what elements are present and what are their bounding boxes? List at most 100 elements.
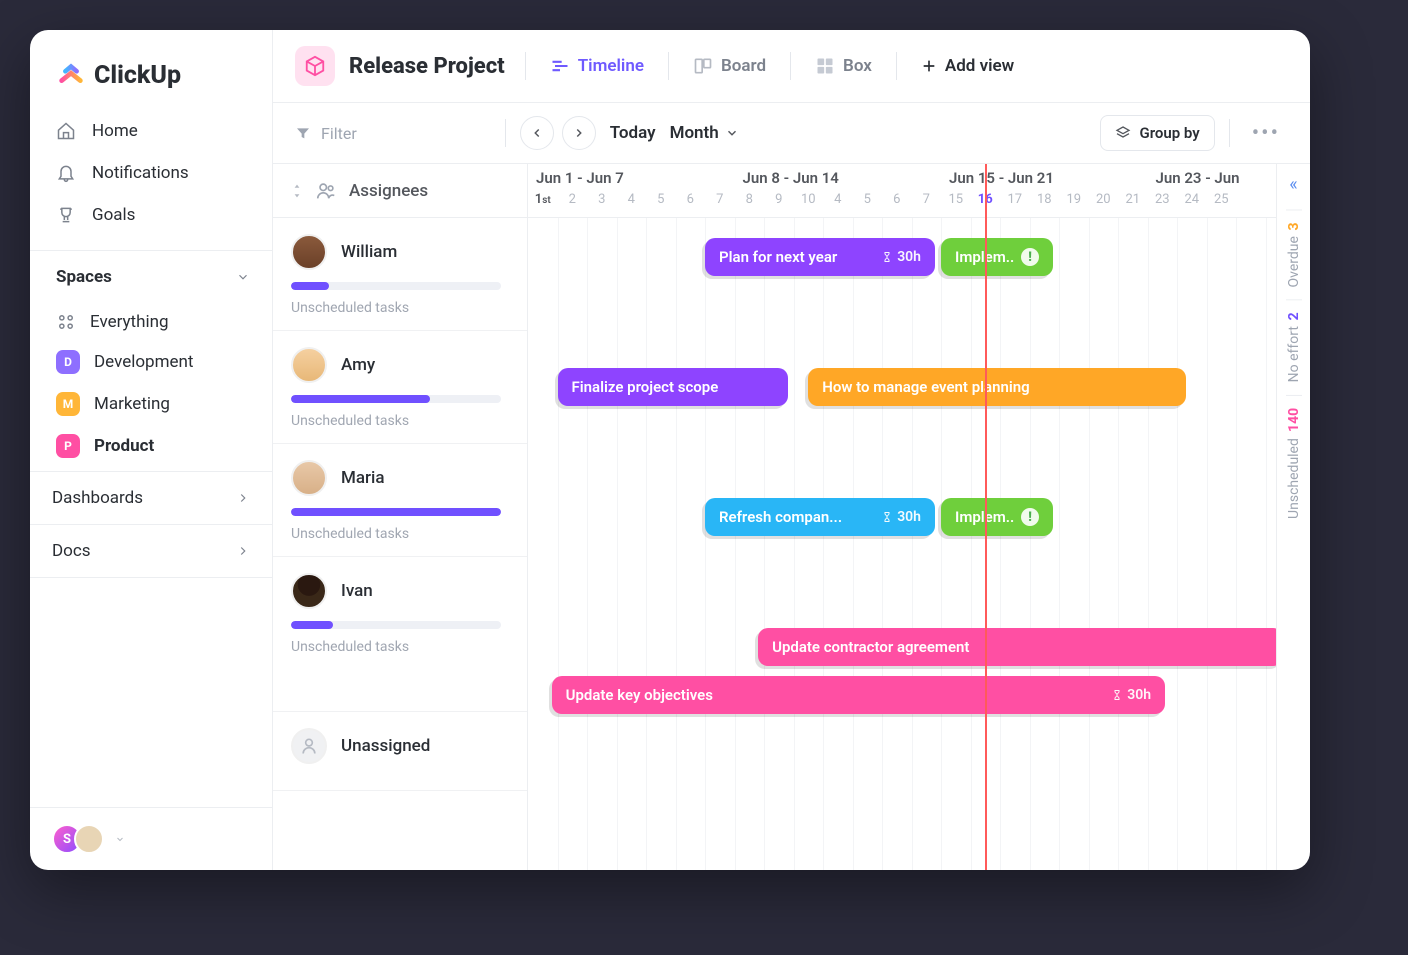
day-label: 6: [676, 192, 706, 207]
prev-button[interactable]: [520, 116, 554, 150]
timeline-grid[interactable]: Jun 1 - Jun 7Jun 8 - Jun 14Jun 15 - Jun …: [528, 164, 1276, 870]
nav-goals-label: Goals: [92, 205, 135, 225]
space-item-development[interactable]: DDevelopment: [30, 341, 272, 383]
next-button[interactable]: [562, 116, 596, 150]
space-label: Development: [94, 352, 193, 372]
space-badge: M: [56, 392, 80, 416]
space-everything-label: Everything: [90, 312, 169, 332]
task-bar[interactable]: Update contractor agreement: [758, 628, 1276, 666]
user-avatars[interactable]: S: [52, 824, 104, 854]
right-rail: « Overdue 3 No effort 2 Unscheduled 140: [1276, 164, 1310, 870]
dashboards-row[interactable]: Dashboards: [30, 471, 272, 524]
nav-notifications[interactable]: Notifications: [30, 152, 272, 194]
day-label: 5: [646, 192, 676, 207]
assignee-name: Maria: [341, 468, 385, 488]
groupby-button[interactable]: Group by: [1100, 115, 1214, 151]
people-icon: [315, 180, 337, 202]
assignee-header[interactable]: Assignees: [273, 164, 527, 218]
space-everything[interactable]: Everything: [30, 303, 272, 341]
unscheduled-link[interactable]: Unscheduled tasks: [291, 413, 509, 429]
task-label: Plan for next year: [719, 248, 837, 266]
assignees-label: Assignees: [349, 181, 428, 201]
hourglass-icon: [1111, 689, 1123, 701]
task-bar[interactable]: Plan for next year30h: [705, 238, 935, 276]
spaces-label: Spaces: [56, 267, 112, 287]
assignee-row[interactable]: Amy Unscheduled tasks: [273, 331, 527, 444]
range-selector[interactable]: Month: [670, 123, 739, 143]
chevron-down-icon: [725, 126, 739, 140]
nav-goals[interactable]: Goals: [30, 194, 272, 236]
task-bar[interactable]: Update key objectives30h: [552, 676, 1166, 714]
divider: [1229, 119, 1230, 147]
space-item-product[interactable]: PProduct: [30, 425, 272, 467]
sidebar: ClickUp Home Notifications Goals Spaces …: [30, 30, 273, 870]
brand-logo[interactable]: ClickUp: [30, 46, 272, 110]
spaces-header[interactable]: Spaces: [30, 250, 272, 299]
more-button[interactable]: •••: [1244, 121, 1288, 146]
tab-board-label: Board: [721, 56, 766, 76]
day-label: 18: [1030, 192, 1060, 207]
unscheduled-link[interactable]: Unscheduled tasks: [291, 300, 509, 316]
box-icon: [304, 55, 326, 77]
nav-home[interactable]: Home: [30, 110, 272, 152]
task-bar[interactable]: Finalize project scope: [558, 368, 788, 406]
assignee-row[interactable]: William Unscheduled tasks: [273, 218, 527, 331]
add-view-label: Add view: [945, 56, 1014, 76]
day-label: 17: [1000, 192, 1030, 207]
rail-noeffort-label: No effort: [1286, 327, 1302, 383]
tab-box-label: Box: [843, 56, 872, 76]
sidebar-footer: S: [30, 807, 272, 870]
rail-unscheduled[interactable]: Unscheduled 140: [1286, 395, 1302, 531]
today-button[interactable]: Today: [610, 123, 656, 143]
task-bar[interactable]: How to manage event planning: [808, 368, 1186, 406]
collapse-rail-button[interactable]: «: [1289, 174, 1297, 195]
chevron-down-icon: [236, 270, 250, 284]
rail-noeffort-count: 2: [1286, 312, 1302, 320]
clickup-logo-icon: [56, 60, 86, 90]
project-icon[interactable]: [295, 46, 335, 86]
assignee-column: Assignees William Unscheduled tasks Amy Uns…: [273, 164, 528, 870]
task-bar[interactable]: Implem..!: [941, 238, 1053, 276]
rail-noeffort[interactable]: No effort 2: [1286, 299, 1302, 394]
assignee-row[interactable]: IvanUnscheduled tasks: [273, 557, 527, 712]
timeline-view: Assignees William Unscheduled tasks Amy Uns…: [273, 164, 1310, 870]
rail-overdue[interactable]: Overdue 3: [1286, 209, 1302, 299]
avatar: [291, 573, 327, 609]
warning-badge: !: [1021, 508, 1039, 526]
avatar: [291, 234, 327, 270]
assignee-row[interactable]: Maria Unscheduled tasks: [273, 444, 527, 557]
filter-button[interactable]: Filter: [295, 124, 357, 143]
day-label: 6: [882, 192, 912, 207]
grid-icon: [815, 56, 835, 76]
task-bar[interactable]: Refresh compan...30h: [705, 498, 935, 536]
add-view-button[interactable]: Add view: [917, 50, 1018, 82]
progress-bar: [291, 508, 501, 516]
week-label: Jun 23 - Jun: [1148, 169, 1266, 187]
day-label: 7: [705, 192, 735, 207]
tab-timeline[interactable]: Timeline: [546, 50, 648, 82]
unscheduled-link[interactable]: Unscheduled tasks: [291, 526, 509, 542]
docs-row[interactable]: Docs: [30, 524, 272, 578]
space-item-marketing[interactable]: MMarketing: [30, 383, 272, 425]
brand-name: ClickUp: [94, 61, 181, 90]
plus-icon: [921, 58, 937, 74]
tab-board[interactable]: Board: [689, 50, 770, 82]
home-icon: [56, 121, 76, 141]
task-bar[interactable]: Implem..!: [941, 498, 1053, 536]
avatar: [291, 347, 327, 383]
unassigned-icon: [291, 728, 327, 764]
task-hours: 30h: [881, 509, 921, 525]
assignee-name: Amy: [341, 355, 375, 375]
bell-icon: [56, 163, 76, 183]
hourglass-icon: [881, 511, 893, 523]
tab-box[interactable]: Box: [811, 50, 876, 82]
day-label: 23: [1148, 192, 1178, 207]
caret-down-icon[interactable]: [114, 833, 126, 845]
assignee-name: William: [341, 242, 397, 262]
assignee-name: Unassigned: [341, 736, 430, 756]
assignee-row[interactable]: Unassigned: [273, 712, 527, 791]
rail-overdue-label: Overdue: [1286, 236, 1302, 287]
board-icon: [693, 56, 713, 76]
unscheduled-link[interactable]: Unscheduled tasks: [291, 639, 509, 655]
everything-icon: [56, 312, 76, 332]
